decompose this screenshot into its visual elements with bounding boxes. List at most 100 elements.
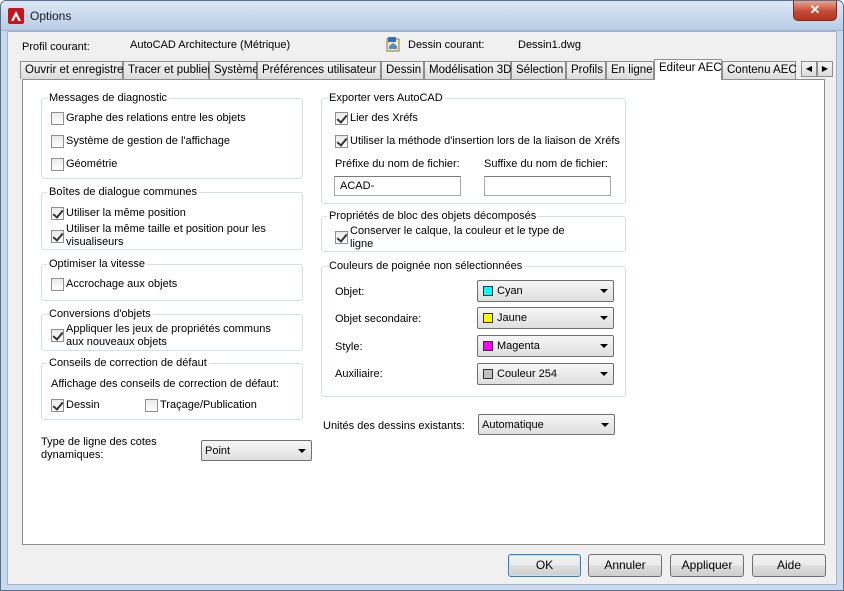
checkbox-box[interactable] xyxy=(51,278,64,291)
grip-auxiliary-value: Couleur 254 xyxy=(497,368,557,380)
color-swatch xyxy=(483,341,493,351)
units-value: Automatique xyxy=(482,419,544,431)
block-properties-title: Propriétés de bloc des objets décomposés xyxy=(327,210,539,222)
grip-object-select[interactable]: Cyan xyxy=(477,280,614,302)
tab-selection[interactable]: Sélection xyxy=(511,61,566,79)
chevron-down-icon xyxy=(600,372,608,376)
tab-scroll-right-icon[interactable]: ▶ xyxy=(817,61,833,77)
checkbox-label: Accrochage aux objets xyxy=(66,278,178,290)
checkbox-box[interactable] xyxy=(51,207,64,220)
color-swatch xyxy=(483,369,493,379)
chevron-down-icon xyxy=(298,449,306,453)
checkbox-label: Géométrie xyxy=(66,158,118,170)
checkbox-box[interactable] xyxy=(51,112,64,125)
prefix-input[interactable]: ACAD- xyxy=(334,176,461,196)
suffix-label: Suffixe du nom de fichier: xyxy=(484,158,608,170)
checkbox-box[interactable] xyxy=(145,399,158,412)
checkbox-label: Graphe des relations entre les objets xyxy=(66,112,246,124)
checkbox-box[interactable] xyxy=(51,399,64,412)
profile-label: Profil courant: xyxy=(22,41,90,53)
grip-subobject-label: Objet secondaire: xyxy=(335,313,422,325)
tab-preferences-utilisateur[interactable]: Préférences utilisateur xyxy=(257,61,381,79)
tab-ouvrir-enregistrer[interactable]: Ouvrir et enregistrer xyxy=(20,61,127,79)
grip-style-select[interactable]: Magenta xyxy=(477,335,614,357)
speed-group: Optimiser la vitesse Accrochage aux obje… xyxy=(41,258,303,301)
checkbox-box[interactable] xyxy=(51,158,64,171)
color-swatch xyxy=(483,313,493,323)
checkbox-label: Utiliser la même taille et position pour… xyxy=(66,223,266,248)
units-label: Unités des dessins existants: xyxy=(323,420,465,432)
dialogs-title: Boîtes de dialogue communes xyxy=(47,186,199,198)
diagnostic-title: Messages de diagnostic xyxy=(47,92,170,104)
checkbox-box[interactable] xyxy=(335,112,348,125)
keep-layer-color-checkbox[interactable]: Conserver le calque, la couleur et le ty… xyxy=(335,225,570,251)
options-dialog: Options ✕ Profil courant: AutoCAD Archit… xyxy=(0,0,844,591)
ok-button[interactable]: OK xyxy=(508,554,581,577)
grip-subobject-value: Jaune xyxy=(497,312,527,324)
checkbox-label: Utiliser la même position xyxy=(66,207,186,219)
export-title: Exporter vers AutoCAD xyxy=(327,92,445,104)
cancel-button[interactable]: Annuler xyxy=(588,554,662,577)
suffix-input[interactable] xyxy=(484,176,611,196)
help-button[interactable]: Aide xyxy=(752,554,826,577)
checkbox-label: Conserver le calque, la couleur et le ty… xyxy=(350,225,565,250)
tab-dessin[interactable]: Dessin xyxy=(381,61,424,79)
chevron-down-icon xyxy=(600,289,608,293)
diagnostic-group: Messages de diagnostic Graphe des relati… xyxy=(41,92,303,179)
chevron-down-icon xyxy=(601,423,609,427)
drawing-label: Dessin courant: xyxy=(408,39,485,51)
title-bar[interactable]: Options ✕ xyxy=(1,1,843,31)
tips-group: Conseils de correction de défaut Afficha… xyxy=(41,357,303,420)
tab-modelisation-3d[interactable]: Modélisation 3D xyxy=(424,61,511,79)
grip-object-value: Cyan xyxy=(497,285,523,297)
dimline-value: Point xyxy=(205,445,231,457)
apply-button[interactable]: Appliquer xyxy=(670,554,744,577)
dialogs-group: Boîtes de dialogue communes Utiliser la … xyxy=(41,186,303,250)
tab-contenu-aec[interactable]: Contenu AEC xyxy=(722,61,797,79)
chevron-down-icon xyxy=(600,344,608,348)
tips-subtitle: Affichage des conseils de correction de … xyxy=(51,378,279,390)
drawing-file-icon xyxy=(385,36,401,52)
apply-property-sets-checkbox[interactable]: Appliquer les jeux de propriétés communs… xyxy=(51,323,291,349)
checkbox-label: Appliquer les jeux de propriétés communs… xyxy=(66,323,271,348)
tips-title: Conseils de correction de défaut xyxy=(47,357,209,369)
units-select[interactable]: Automatique xyxy=(478,414,615,435)
grip-object-label: Objet: xyxy=(335,286,365,298)
options-tabs: Ouvrir et enregistrer Tracer et publier … xyxy=(20,59,833,80)
close-button[interactable]: ✕ xyxy=(793,1,837,21)
grip-auxiliary-select[interactable]: Couleur 254 xyxy=(477,363,614,385)
tab-en-ligne[interactable]: En ligne xyxy=(606,61,654,79)
tab-profils[interactable]: Profils xyxy=(566,61,606,79)
dialog-client: Profil courant: AutoCAD Architecture (Mé… xyxy=(7,31,837,585)
speed-title: Optimiser la vitesse xyxy=(47,258,147,270)
grip-auxiliary-label: Auxiliaire: xyxy=(335,368,383,380)
checkbox-label: Traçage/Publication xyxy=(160,399,257,411)
grip-colors-title: Couleurs de poignée non sélectionnées xyxy=(327,260,525,272)
prefix-label: Préfixe du nom de fichier: xyxy=(335,158,460,170)
conversions-title: Conversions d'objets xyxy=(47,308,153,320)
tab-tracer-publier[interactable]: Tracer et publier xyxy=(123,61,211,79)
tab-scroll-left-icon[interactable]: ◀ xyxy=(801,61,817,77)
window-title: Options xyxy=(30,9,72,23)
export-group: Exporter vers AutoCAD Lier des Xréfs Uti… xyxy=(321,92,626,204)
dimline-select[interactable]: Point xyxy=(201,440,312,461)
color-swatch xyxy=(483,286,493,296)
grip-colors-group: Couleurs de poignée non sélectionnées Ob… xyxy=(321,260,626,397)
same-size-viewers-checkbox[interactable]: Utiliser la même taille et position pour… xyxy=(51,223,291,249)
checkbox-box[interactable] xyxy=(51,135,64,148)
checkbox-label: Dessin xyxy=(66,399,100,411)
tab-systeme[interactable]: Système xyxy=(209,61,259,79)
autocad-logo-icon xyxy=(8,8,24,24)
drawing-value: Dessin1.dwg xyxy=(518,39,581,51)
editeur-aec-panel: Messages de diagnostic Graphe des relati… xyxy=(22,79,825,545)
dimline-label: Type de ligne des cotes dynamiques: xyxy=(41,436,157,461)
grip-subobject-select[interactable]: Jaune xyxy=(477,307,614,329)
checkbox-label: Système de gestion de l'affichage xyxy=(66,135,230,147)
tab-editeur-aec[interactable]: Editeur AEC xyxy=(654,59,722,80)
checkbox-label: Lier des Xréfs xyxy=(350,112,418,124)
conversions-group: Conversions d'objets Appliquer les jeux … xyxy=(41,308,303,351)
checkbox-box[interactable] xyxy=(335,135,348,148)
grip-style-value: Magenta xyxy=(497,340,540,352)
profile-value: AutoCAD Architecture (Métrique) xyxy=(130,39,291,51)
block-properties-group: Propriétés de bloc des objets décomposés… xyxy=(321,210,626,252)
